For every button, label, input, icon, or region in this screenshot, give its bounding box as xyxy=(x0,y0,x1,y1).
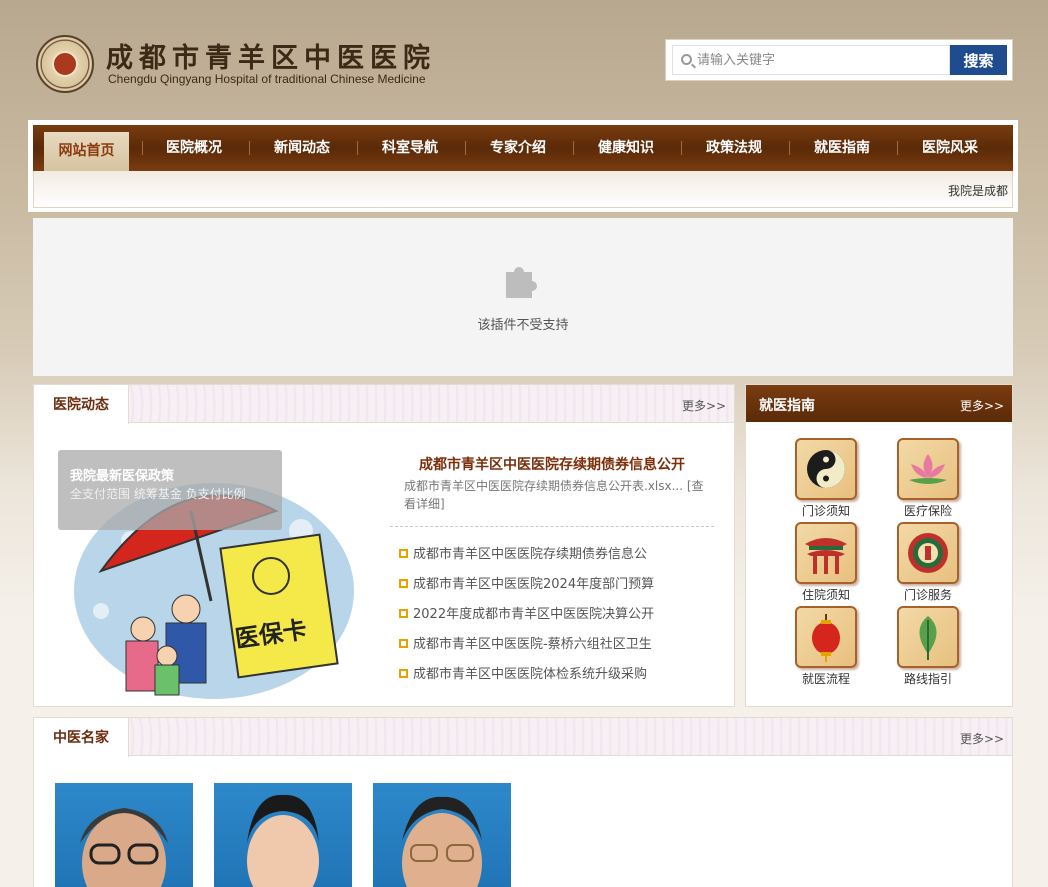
nav-item-home[interactable]: 网站首页 xyxy=(44,132,129,171)
hospital-news-panel: 医院动态 更多>> 医保卡 我院最新医保政策 全支付范围 统筹基金 负支付比例 … xyxy=(33,384,735,707)
news-item-title[interactable]: 成都市青羊区中医医院存续期债券信息公 xyxy=(413,547,647,562)
logo-emblem-icon xyxy=(52,51,78,77)
search-field-wrap xyxy=(672,45,950,75)
nav-item-gallery[interactable]: 医院风采 xyxy=(904,125,996,171)
guide-item-route-guide[interactable]: 路线指引 xyxy=(888,606,968,687)
more-link[interactable]: 更多>> xyxy=(960,730,1004,747)
unsupported-plugin: 该插件不受支持 xyxy=(33,218,1013,376)
announcement-marquee: 我院是成都 xyxy=(33,171,1013,208)
bullet-icon xyxy=(399,549,408,558)
expert-photo[interactable] xyxy=(55,783,193,887)
panel-title: 中医名家 xyxy=(34,718,129,757)
lantern-icon xyxy=(795,606,857,668)
news-list-item[interactable]: 2022年度成都市青羊区中医医院决算公开 xyxy=(399,603,709,622)
news-item-title[interactable]: 成都市青羊区中医医院2024年度部门预算 xyxy=(413,577,654,592)
news-list-item[interactable]: 成都市青羊区中医医院-蔡桥六组社区卫生 xyxy=(399,633,709,652)
news-list-item[interactable]: 成都市青羊区中医医院存续期债券信息公 xyxy=(399,543,709,562)
search-button[interactable]: 搜索 xyxy=(950,45,1007,75)
site-title: 成都市青羊区中医医院 xyxy=(106,43,436,74)
nav-item-experts[interactable]: 专家介绍 xyxy=(472,125,564,171)
featured-news-description[interactable]: 成都市青羊区中医医院存续期债券信息公开表.xlsx... [查看详细] xyxy=(404,477,704,513)
nav-separator xyxy=(357,141,358,155)
panel-header xyxy=(34,718,1012,756)
nav-separator xyxy=(142,141,143,155)
expert-photo[interactable] xyxy=(373,783,511,887)
marquee-text[interactable]: 我院是成都 xyxy=(948,182,1008,199)
news-item-title[interactable]: 成都市青羊区中医医院-蔡桥六组社区卫生 xyxy=(413,637,652,652)
nav-separator xyxy=(897,141,898,155)
slide-description: 全支付范围 统筹基金 负支付比例 xyxy=(70,487,246,501)
expert-photo[interactable] xyxy=(214,783,352,887)
guide-item-label: 医疗保险 xyxy=(903,504,952,518)
search-box: 搜索 xyxy=(665,39,1013,81)
guide-item-medical-insurance[interactable]: 医疗保险 xyxy=(888,438,968,519)
divider xyxy=(390,526,714,527)
guide-item-label: 住院须知 xyxy=(801,588,850,602)
nav-item-news[interactable]: 新闻动态 xyxy=(256,125,348,171)
guide-item-outpatient-service[interactable]: 门诊服务 xyxy=(888,522,968,603)
tcm-experts-panel: 中医名家 更多>> xyxy=(33,717,1013,887)
puzzle-piece-icon xyxy=(506,267,537,298)
news-item-title[interactable]: 2022年度成都市青羊区中医医院决算公开 xyxy=(413,607,654,622)
slide-caption[interactable]: 我院最新医保政策 全支付范围 统筹基金 负支付比例 xyxy=(58,450,282,530)
nav-separator xyxy=(573,141,574,155)
medical-guide-panel: 就医指南 更多>> 门诊须知 医疗保险 住院须知 门诊服务 就医流程 路线指引 xyxy=(745,384,1013,707)
panel-title: 医院动态 xyxy=(34,385,129,424)
nav-item-guide[interactable]: 就医指南 xyxy=(796,125,888,171)
search-input[interactable] xyxy=(697,48,947,72)
panel-header xyxy=(34,385,734,423)
emblem-icon xyxy=(897,522,959,584)
panel-title: 就医指南 xyxy=(759,398,815,414)
yin-yang-icon xyxy=(795,438,857,500)
nav-separator xyxy=(249,141,250,155)
featured-news-title[interactable]: 成都市青羊区中医医院存续期债券信息公开 xyxy=(390,454,714,474)
bullet-icon xyxy=(399,579,408,588)
guide-item-outpatient-notice[interactable]: 门诊须知 xyxy=(786,438,866,519)
news-list-item[interactable]: 成都市青羊区中医医院2024年度部门预算 xyxy=(399,573,709,592)
leaf-icon xyxy=(897,606,959,668)
guide-item-label: 路线指引 xyxy=(903,672,952,686)
nav-item-departments[interactable]: 科室导航 xyxy=(364,125,456,171)
nav-separator xyxy=(789,141,790,155)
guide-item-label: 门诊须知 xyxy=(801,504,850,518)
nav-item-policy[interactable]: 政策法规 xyxy=(688,125,780,171)
lotus-icon xyxy=(897,438,959,500)
bullet-icon xyxy=(399,609,408,618)
hospital-logo[interactable] xyxy=(36,35,94,93)
nav-item-health[interactable]: 健康知识 xyxy=(580,125,672,171)
nav-item-overview[interactable]: 医院概况 xyxy=(148,125,240,171)
panel-header: 就医指南 更多>> xyxy=(746,385,1012,422)
slide-title[interactable]: 我院最新医保政策 xyxy=(70,465,174,484)
guide-item-label: 就医流程 xyxy=(801,672,850,686)
news-list-item[interactable]: 成都市青羊区中医医院体检系统升级采购 xyxy=(399,663,709,682)
bullet-icon xyxy=(399,669,408,678)
bullet-icon xyxy=(399,639,408,648)
pavilion-icon xyxy=(795,522,857,584)
site-subtitle: Chengdu Qingyang Hospital of traditional… xyxy=(108,72,426,86)
more-link[interactable]: 更多>> xyxy=(682,397,726,414)
plugin-message: 该插件不受支持 xyxy=(477,318,569,333)
news-item-title[interactable]: 成都市青羊区中医医院体检系统升级采购 xyxy=(413,667,647,682)
more-link[interactable]: 更多>> xyxy=(960,397,1004,414)
guide-item-label: 门诊服务 xyxy=(903,588,952,602)
guide-item-inpatient-notice[interactable]: 住院须知 xyxy=(786,522,866,603)
nav-separator xyxy=(465,141,466,155)
main-nav: 网站首页 医院概况 新闻动态 科室导航 专家介绍 健康知识 政策法规 就医指南 … xyxy=(33,125,1013,171)
search-icon xyxy=(681,54,692,65)
guide-item-medical-process[interactable]: 就医流程 xyxy=(786,606,866,687)
nav-separator xyxy=(681,141,682,155)
